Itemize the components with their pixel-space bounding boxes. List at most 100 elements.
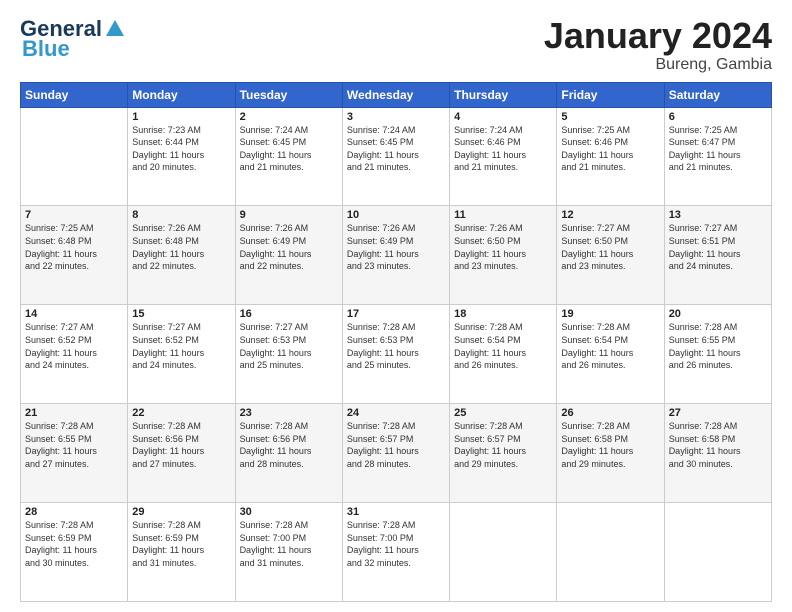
day-info: Sunrise: 7:28 AM Sunset: 6:58 PM Dayligh… <box>561 420 659 470</box>
day-info: Sunrise: 7:28 AM Sunset: 6:58 PM Dayligh… <box>669 420 767 470</box>
calendar-day-cell: 12Sunrise: 7:27 AM Sunset: 6:50 PM Dayli… <box>557 206 664 305</box>
calendar-day-cell: 2Sunrise: 7:24 AM Sunset: 6:45 PM Daylig… <box>235 107 342 206</box>
day-number: 10 <box>347 209 445 221</box>
day-info: Sunrise: 7:28 AM Sunset: 7:00 PM Dayligh… <box>347 519 445 569</box>
day-info: Sunrise: 7:27 AM Sunset: 6:52 PM Dayligh… <box>25 321 123 371</box>
calendar-day-header: Tuesday <box>235 82 342 107</box>
calendar-day-cell: 14Sunrise: 7:27 AM Sunset: 6:52 PM Dayli… <box>21 305 128 404</box>
day-info: Sunrise: 7:28 AM Sunset: 6:59 PM Dayligh… <box>132 519 230 569</box>
day-info: Sunrise: 7:28 AM Sunset: 6:56 PM Dayligh… <box>132 420 230 470</box>
day-number: 26 <box>561 407 659 419</box>
day-info: Sunrise: 7:25 AM Sunset: 6:48 PM Dayligh… <box>25 222 123 272</box>
calendar-day-cell: 29Sunrise: 7:28 AM Sunset: 6:59 PM Dayli… <box>128 503 235 602</box>
day-number: 16 <box>240 308 338 320</box>
day-number: 3 <box>347 111 445 123</box>
day-number: 6 <box>669 111 767 123</box>
calendar-day-cell: 9Sunrise: 7:26 AM Sunset: 6:49 PM Daylig… <box>235 206 342 305</box>
logo: General Blue <box>20 16 126 62</box>
calendar-week-row: 14Sunrise: 7:27 AM Sunset: 6:52 PM Dayli… <box>21 305 772 404</box>
calendar-day-cell <box>557 503 664 602</box>
day-number: 31 <box>347 506 445 518</box>
calendar-day-cell <box>450 503 557 602</box>
calendar-day-cell: 15Sunrise: 7:27 AM Sunset: 6:52 PM Dayli… <box>128 305 235 404</box>
day-number: 24 <box>347 407 445 419</box>
day-info: Sunrise: 7:28 AM Sunset: 6:55 PM Dayligh… <box>669 321 767 371</box>
page-subtitle: Bureng, Gambia <box>544 56 772 74</box>
day-number: 5 <box>561 111 659 123</box>
calendar-day-cell <box>664 503 771 602</box>
calendar-day-cell: 20Sunrise: 7:28 AM Sunset: 6:55 PM Dayli… <box>664 305 771 404</box>
logo-blue: Blue <box>22 36 70 62</box>
calendar-day-cell: 13Sunrise: 7:27 AM Sunset: 6:51 PM Dayli… <box>664 206 771 305</box>
day-info: Sunrise: 7:28 AM Sunset: 6:56 PM Dayligh… <box>240 420 338 470</box>
day-info: Sunrise: 7:23 AM Sunset: 6:44 PM Dayligh… <box>132 124 230 174</box>
day-number: 21 <box>25 407 123 419</box>
page: General Blue January 2024 Bureng, Gambia… <box>0 0 792 612</box>
calendar-day-cell: 24Sunrise: 7:28 AM Sunset: 6:57 PM Dayli… <box>342 404 449 503</box>
day-number: 17 <box>347 308 445 320</box>
calendar-day-cell: 27Sunrise: 7:28 AM Sunset: 6:58 PM Dayli… <box>664 404 771 503</box>
day-number: 4 <box>454 111 552 123</box>
day-number: 25 <box>454 407 552 419</box>
calendar-table: SundayMondayTuesdayWednesdayThursdayFrid… <box>20 82 772 602</box>
calendar-day-header: Friday <box>557 82 664 107</box>
day-info: Sunrise: 7:28 AM Sunset: 6:54 PM Dayligh… <box>561 321 659 371</box>
calendar-week-row: 21Sunrise: 7:28 AM Sunset: 6:55 PM Dayli… <box>21 404 772 503</box>
calendar-day-cell: 19Sunrise: 7:28 AM Sunset: 6:54 PM Dayli… <box>557 305 664 404</box>
day-number: 9 <box>240 209 338 221</box>
calendar-day-header: Monday <box>128 82 235 107</box>
day-info: Sunrise: 7:26 AM Sunset: 6:48 PM Dayligh… <box>132 222 230 272</box>
day-info: Sunrise: 7:28 AM Sunset: 6:55 PM Dayligh… <box>25 420 123 470</box>
day-number: 1 <box>132 111 230 123</box>
calendar-day-cell: 6Sunrise: 7:25 AM Sunset: 6:47 PM Daylig… <box>664 107 771 206</box>
calendar-day-cell: 8Sunrise: 7:26 AM Sunset: 6:48 PM Daylig… <box>128 206 235 305</box>
calendar-day-cell: 22Sunrise: 7:28 AM Sunset: 6:56 PM Dayli… <box>128 404 235 503</box>
day-info: Sunrise: 7:28 AM Sunset: 6:57 PM Dayligh… <box>454 420 552 470</box>
day-number: 12 <box>561 209 659 221</box>
calendar-day-cell: 16Sunrise: 7:27 AM Sunset: 6:53 PM Dayli… <box>235 305 342 404</box>
day-info: Sunrise: 7:27 AM Sunset: 6:51 PM Dayligh… <box>669 222 767 272</box>
day-number: 20 <box>669 308 767 320</box>
calendar-day-cell: 5Sunrise: 7:25 AM Sunset: 6:46 PM Daylig… <box>557 107 664 206</box>
day-info: Sunrise: 7:27 AM Sunset: 6:53 PM Dayligh… <box>240 321 338 371</box>
day-number: 15 <box>132 308 230 320</box>
calendar-day-header: Wednesday <box>342 82 449 107</box>
day-number: 8 <box>132 209 230 221</box>
calendar-day-cell: 25Sunrise: 7:28 AM Sunset: 6:57 PM Dayli… <box>450 404 557 503</box>
day-info: Sunrise: 7:27 AM Sunset: 6:52 PM Dayligh… <box>132 321 230 371</box>
day-number: 28 <box>25 506 123 518</box>
calendar-day-cell: 1Sunrise: 7:23 AM Sunset: 6:44 PM Daylig… <box>128 107 235 206</box>
calendar-day-cell: 10Sunrise: 7:26 AM Sunset: 6:49 PM Dayli… <box>342 206 449 305</box>
calendar-day-cell: 4Sunrise: 7:24 AM Sunset: 6:46 PM Daylig… <box>450 107 557 206</box>
day-number: 18 <box>454 308 552 320</box>
day-number: 23 <box>240 407 338 419</box>
logo-icon <box>104 18 126 40</box>
calendar-day-cell: 26Sunrise: 7:28 AM Sunset: 6:58 PM Dayli… <box>557 404 664 503</box>
day-number: 2 <box>240 111 338 123</box>
day-info: Sunrise: 7:28 AM Sunset: 6:57 PM Dayligh… <box>347 420 445 470</box>
calendar-day-cell: 18Sunrise: 7:28 AM Sunset: 6:54 PM Dayli… <box>450 305 557 404</box>
day-info: Sunrise: 7:24 AM Sunset: 6:45 PM Dayligh… <box>240 124 338 174</box>
day-info: Sunrise: 7:26 AM Sunset: 6:50 PM Dayligh… <box>454 222 552 272</box>
page-title: January 2024 <box>544 16 772 56</box>
day-number: 11 <box>454 209 552 221</box>
calendar-day-cell: 3Sunrise: 7:24 AM Sunset: 6:45 PM Daylig… <box>342 107 449 206</box>
day-info: Sunrise: 7:24 AM Sunset: 6:45 PM Dayligh… <box>347 124 445 174</box>
calendar-day-cell: 17Sunrise: 7:28 AM Sunset: 6:53 PM Dayli… <box>342 305 449 404</box>
day-info: Sunrise: 7:27 AM Sunset: 6:50 PM Dayligh… <box>561 222 659 272</box>
day-number: 14 <box>25 308 123 320</box>
day-info: Sunrise: 7:25 AM Sunset: 6:47 PM Dayligh… <box>669 124 767 174</box>
day-info: Sunrise: 7:28 AM Sunset: 6:59 PM Dayligh… <box>25 519 123 569</box>
day-number: 22 <box>132 407 230 419</box>
calendar-day-cell: 30Sunrise: 7:28 AM Sunset: 7:00 PM Dayli… <box>235 503 342 602</box>
calendar-header-row: SundayMondayTuesdayWednesdayThursdayFrid… <box>21 82 772 107</box>
calendar-week-row: 1Sunrise: 7:23 AM Sunset: 6:44 PM Daylig… <box>21 107 772 206</box>
calendar-day-cell <box>21 107 128 206</box>
calendar-day-cell: 31Sunrise: 7:28 AM Sunset: 7:00 PM Dayli… <box>342 503 449 602</box>
calendar-day-cell: 28Sunrise: 7:28 AM Sunset: 6:59 PM Dayli… <box>21 503 128 602</box>
day-number: 19 <box>561 308 659 320</box>
day-number: 29 <box>132 506 230 518</box>
header: General Blue January 2024 Bureng, Gambia <box>20 16 772 74</box>
day-info: Sunrise: 7:24 AM Sunset: 6:46 PM Dayligh… <box>454 124 552 174</box>
calendar-day-cell: 21Sunrise: 7:28 AM Sunset: 6:55 PM Dayli… <box>21 404 128 503</box>
